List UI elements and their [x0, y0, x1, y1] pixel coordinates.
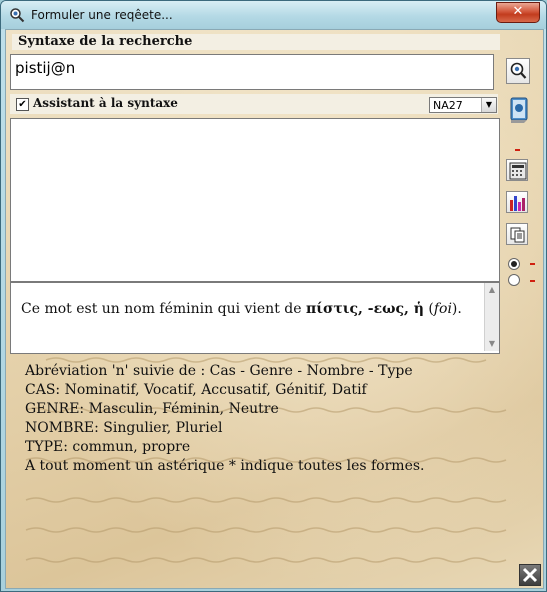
- close-icon: [522, 567, 538, 583]
- search-icon: [510, 62, 527, 79]
- description-open: (: [423, 301, 434, 317]
- syntax-assistant-row: ✔ Assistant à la syntaxe NA27 ▼: [10, 94, 498, 114]
- red-marker: [530, 263, 535, 265]
- dialog-content: Syntaxe de la recherche pistij@n ✔ Assis…: [5, 29, 544, 589]
- results-list[interactable]: [10, 118, 500, 282]
- help-line: Abréviation 'n' suivie de : Cas - Genre …: [25, 363, 413, 379]
- help-line: GENRE: Masculin, Féminin, Neutre: [25, 401, 279, 417]
- word-description: Ce mot est un nom féminin qui vient de π…: [21, 301, 481, 317]
- scroll-down-icon[interactable]: ▼: [485, 337, 499, 351]
- window-close-button[interactable]: ✕: [496, 2, 540, 23]
- option-radio-1[interactable]: [508, 258, 520, 270]
- search-syntax-header: Syntaxe de la recherche: [12, 34, 500, 50]
- help-line: TYPE: commun, propre: [25, 439, 191, 455]
- edition-select-value: NA27: [433, 99, 463, 112]
- search-button[interactable]: [506, 58, 530, 84]
- dialog-window: Formuler une reqêete... ✕ Syntaxe de la …: [0, 0, 547, 592]
- description-close: ).: [451, 301, 462, 317]
- book-icon: [510, 97, 528, 123]
- option-radio-2[interactable]: [508, 274, 520, 286]
- query-input[interactable]: pistij@n: [10, 54, 494, 90]
- syntax-assistant-checkbox[interactable]: ✔: [16, 98, 29, 111]
- description-scrollbar[interactable]: ▲ ▼: [484, 283, 499, 351]
- search-app-icon: [10, 8, 25, 23]
- edition-select[interactable]: NA27 ▼: [429, 97, 497, 113]
- description-prefix: Ce mot est un nom féminin qui vient de: [21, 301, 306, 317]
- red-marker: [515, 149, 520, 151]
- calculator-icon: [509, 162, 527, 180]
- close-icon: ✕: [512, 4, 524, 19]
- help-line: CAS: Nominatif, Vocatif, Accusatif, Géni…: [25, 382, 367, 398]
- syntax-assistant-label: Assistant à la syntaxe: [33, 96, 178, 110]
- lexicon-button[interactable]: [506, 94, 530, 124]
- word-description-box: Ce mot est un nom féminin qui vient de π…: [10, 282, 500, 354]
- description-gloss: foi: [433, 301, 452, 317]
- close-dialog-button[interactable]: [519, 564, 541, 586]
- chevron-down-icon[interactable]: ▼: [481, 98, 496, 112]
- title-bar[interactable]: Formuler une reqêete... ✕: [1, 1, 546, 29]
- syntax-help: Abréviation 'n' suivie de : Cas - Genre …: [25, 362, 425, 476]
- red-marker: [530, 280, 535, 282]
- search-syntax-label: Syntaxe de la recherche: [18, 34, 193, 49]
- calculator-button[interactable]: [506, 159, 528, 181]
- greek-lemma: πίστις, -εως, ἡ: [305, 301, 424, 317]
- window-title: Formuler une reqêete...: [31, 8, 173, 22]
- statistics-button[interactable]: [506, 191, 528, 213]
- copy-icon: [510, 227, 525, 243]
- help-line: A tout moment un astérique * indique tou…: [25, 458, 425, 474]
- copy-button[interactable]: [506, 223, 528, 245]
- help-line: NOMBRE: Singulier, Pluriel: [25, 420, 223, 436]
- bar-chart-icon: [510, 196, 525, 211]
- scroll-up-icon[interactable]: ▲: [485, 283, 499, 297]
